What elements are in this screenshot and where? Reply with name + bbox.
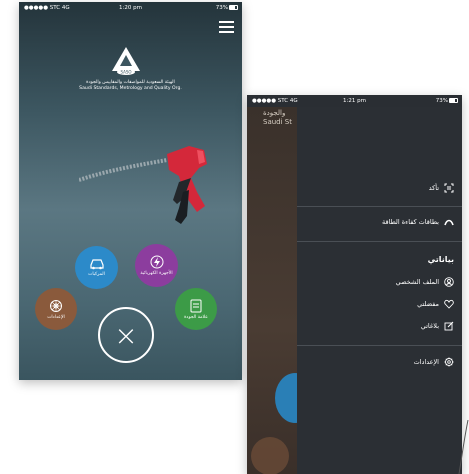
gear-icon: [50, 299, 62, 312]
drawer-settings-label: الإعدادات: [413, 358, 439, 366]
drawer-item-verify[interactable]: تأكد: [429, 183, 454, 193]
background-brown-button: [251, 437, 289, 474]
energy-label: الأجهزة الكهربائية: [140, 271, 173, 276]
fuel-nozzle-image: [79, 146, 207, 224]
settings-button[interactable]: الإعدادات: [35, 288, 77, 330]
clock-label: 1:20 pm: [119, 5, 142, 11]
drawer-item-favorites[interactable]: مفضلتي: [417, 299, 454, 309]
drawer-item-reports[interactable]: بلاغاتي: [421, 321, 454, 331]
quality-badge-icon: [190, 299, 202, 312]
close-icon: ×: [114, 318, 138, 352]
svg-text:SASO: SASO: [120, 70, 131, 75]
energy-card-icon: [444, 217, 454, 227]
verify-label: تأكد: [428, 184, 439, 192]
status-bar: ●●●●● STC 4G 1:20 pm 73%: [19, 2, 242, 14]
user-icon: [444, 277, 454, 287]
background-app-peek: [247, 107, 315, 474]
drawer-item-energy-cards[interactable]: بطاقات كفاءة الطاقة: [382, 217, 454, 227]
divider: [297, 241, 462, 242]
reports-label: بلاغاتي: [420, 322, 439, 330]
energy-cards-label: بطاقات كفاءة الطاقة: [382, 218, 439, 226]
screenshot-stage: ●●●●● STC 4G 1:20 pm 73% SASO الهيئة الس…: [0, 0, 469, 474]
cars-button[interactable]: المركبات: [75, 246, 118, 289]
lightning-icon: [150, 255, 163, 269]
settings-label: الإعدادات: [47, 314, 65, 320]
clock-label-2: 1:21 pm: [343, 98, 366, 104]
battery-percent-2: 73%: [435, 98, 448, 104]
electrical-appliances-button[interactable]: الأجهزة الكهربائية: [135, 244, 178, 287]
favorites-label: مفضلتي: [417, 300, 439, 308]
battery-icon-2: [449, 98, 458, 103]
quality-mark-button[interactable]: علامة الجودة: [175, 288, 217, 330]
scan-icon: [444, 183, 454, 193]
side-menu-screen: ●●●●● STC 4G 1:21 pm 73% والجودة Saudi S…: [247, 95, 462, 474]
background-org-text: والجودة Saudi St: [263, 109, 292, 126]
drawer-item-profile[interactable]: الملف الشخصي: [396, 277, 454, 287]
home-screen: ●●●●● STC 4G 1:20 pm 73% SASO الهيئة الس…: [19, 2, 242, 380]
organization-name: الهيئة السعودية للمواصفات والمقاييس والج…: [49, 80, 212, 92]
car-icon: [89, 259, 104, 270]
drawer-item-settings[interactable]: الإعدادات: [414, 357, 454, 367]
org-name-english: Saudi Standards, Metrology and Quality O…: [79, 86, 182, 91]
profile-label: الملف الشخصي: [395, 278, 439, 286]
edit-report-icon: [444, 321, 454, 331]
hamburger-menu-icon[interactable]: [219, 21, 234, 33]
saso-logo: SASO: [112, 47, 140, 75]
status-bar-2: ●●●●● STC 4G 1:21 pm 73%: [247, 95, 462, 107]
close-menu-button[interactable]: ×: [98, 307, 154, 363]
section-title-my-data: بياناتي: [427, 255, 454, 264]
heart-icon: [444, 299, 454, 309]
gear-icon: [444, 357, 454, 367]
cars-label: المركبات: [88, 272, 105, 277]
decorative-curve: [458, 420, 469, 474]
divider: [297, 206, 462, 207]
battery-icon: [229, 5, 238, 10]
battery-percent: 73%: [215, 5, 228, 11]
quality-label: علامة الجودة: [184, 314, 208, 320]
divider: [297, 345, 462, 346]
side-drawer: تأكد بطاقات كفاءة الطاقة بياناتي الملف ا…: [297, 107, 462, 474]
